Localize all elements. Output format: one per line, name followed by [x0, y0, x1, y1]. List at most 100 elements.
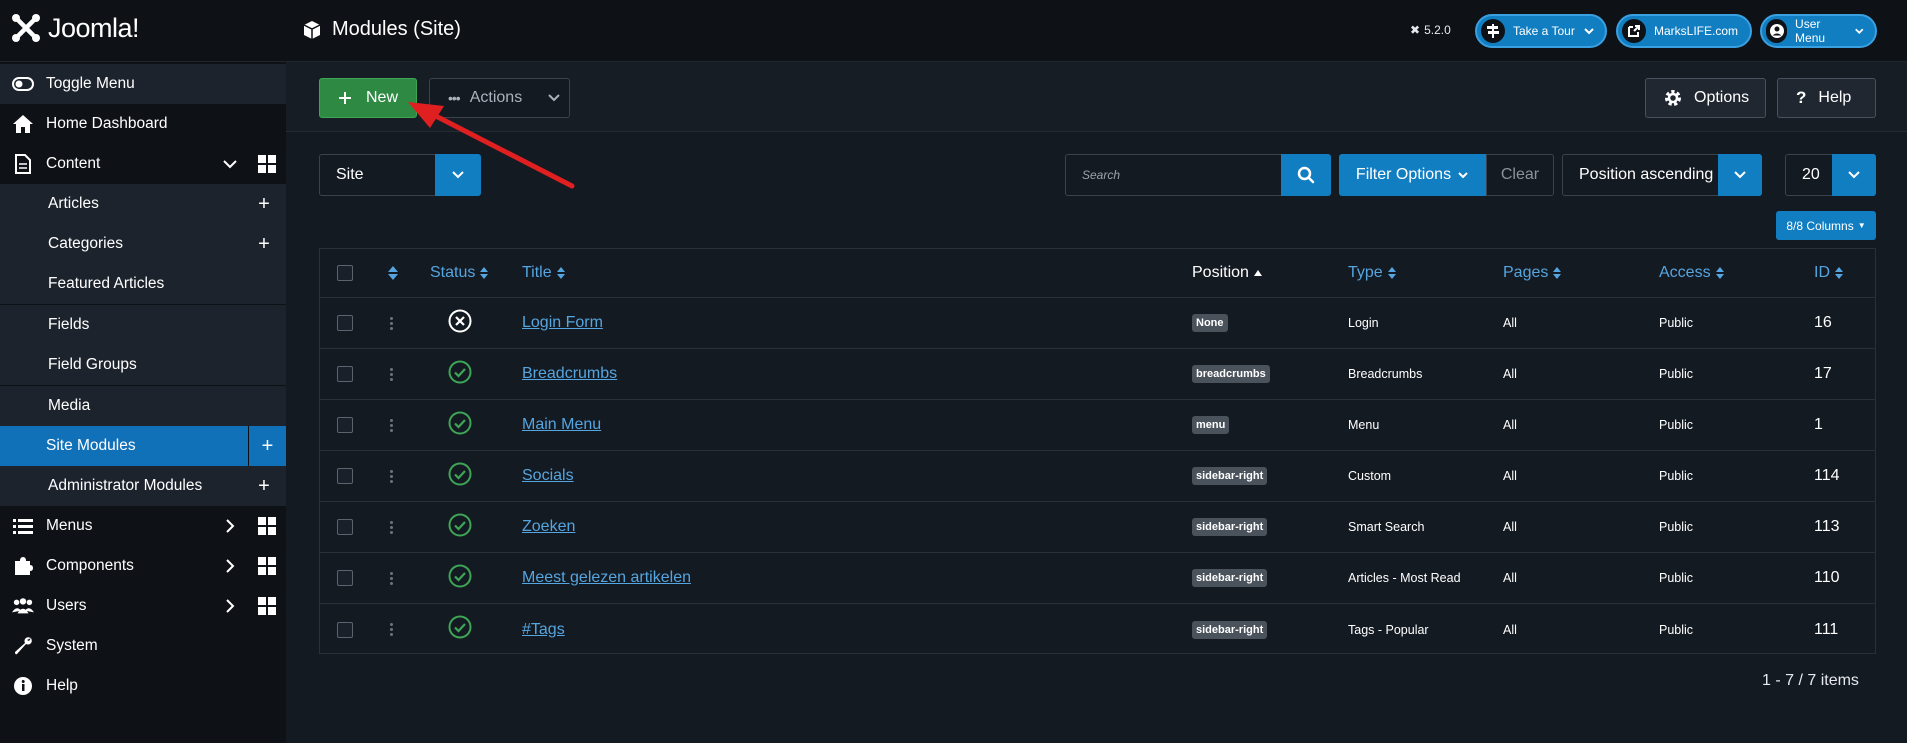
check-circle-icon[interactable]	[448, 462, 472, 491]
module-title-link[interactable]: Zoeken	[522, 518, 575, 536]
module-title-link[interactable]: Breadcrumbs	[522, 365, 617, 383]
drag-handle-icon[interactable]	[390, 316, 393, 330]
header-status[interactable]: Status	[430, 249, 489, 297]
module-title-link[interactable]: Main Menu	[522, 416, 601, 434]
header-position[interactable]: Position	[1192, 249, 1263, 297]
row-checkbox[interactable]	[337, 519, 353, 535]
header-pages-label: Pages	[1503, 264, 1549, 281]
dashboard-grid-icon[interactable]	[258, 155, 276, 173]
external-link-icon	[1622, 19, 1646, 43]
module-title-link[interactable]: Socials	[522, 467, 574, 485]
drag-handle-icon[interactable]	[390, 623, 393, 636]
sidebar-item-administrator-modules[interactable]: Administrator Modules +	[0, 466, 286, 506]
page-title: Modules (Site)	[302, 18, 461, 41]
user-menu-label: User Menu	[1795, 17, 1826, 45]
columns-button[interactable]: 8/8 Columns ▼	[1776, 211, 1876, 240]
sidebar-item-field-groups[interactable]: Field Groups	[0, 345, 286, 385]
dashboard-grid-icon[interactable]	[258, 597, 276, 615]
search-input[interactable]: Search	[1065, 154, 1281, 196]
drag-handle-icon[interactable]	[390, 571, 393, 585]
sidebar-item-categories[interactable]: Categories +	[0, 224, 286, 264]
site-link-button[interactable]: MarksLIFE.com	[1616, 14, 1752, 48]
joomla-logo[interactable]: Joomla!	[10, 12, 140, 44]
sidebar-item-media[interactable]: Media	[0, 386, 286, 426]
drag-handle-icon[interactable]	[390, 469, 393, 483]
plus-icon[interactable]: +	[254, 475, 274, 497]
x-circle-icon[interactable]	[448, 309, 472, 338]
plus-icon[interactable]: +	[254, 233, 274, 255]
check-circle-icon[interactable]	[448, 411, 472, 440]
search-button[interactable]	[1281, 154, 1331, 196]
question-icon: ?	[1796, 88, 1807, 107]
sidebar-item-system[interactable]: System	[0, 626, 286, 666]
sidebar-item-site-modules[interactable]: Site Modules +	[0, 426, 286, 466]
sort-ordering-icon[interactable]	[387, 249, 399, 297]
chevron-right-icon[interactable]	[222, 598, 238, 614]
position-badge: sidebar-right	[1192, 569, 1268, 587]
module-access: Public	[1659, 571, 1694, 585]
sidebar-item-content[interactable]: Content	[0, 144, 286, 184]
options-button[interactable]: Options	[1645, 78, 1766, 118]
modules-table: Status Title Position Type Pages Access …	[319, 248, 1876, 654]
row-checkbox[interactable]	[337, 621, 353, 638]
table-row: Breadcrumbs breadcrumbs Breadcrumbs All Publ…	[320, 349, 1875, 400]
check-circle-icon[interactable]	[448, 615, 472, 644]
plus-icon[interactable]: +	[248, 426, 286, 466]
sidebar-item-home-dashboard[interactable]: Home Dashboard	[0, 104, 286, 144]
users-icon	[12, 595, 34, 617]
module-access: Public	[1659, 469, 1694, 483]
sidebar-item-articles[interactable]: Articles +	[0, 184, 286, 224]
help-button[interactable]: ? Help	[1777, 78, 1876, 118]
sort-icon	[480, 267, 489, 279]
row-checkbox[interactable]	[337, 315, 353, 331]
module-title-link[interactable]: Meest gelezen artikelen	[522, 569, 691, 587]
check-circle-icon[interactable]	[448, 513, 472, 542]
header-type[interactable]: Type	[1348, 249, 1397, 297]
chevron-right-icon[interactable]	[222, 558, 238, 574]
drag-handle-icon[interactable]	[390, 520, 393, 534]
chevron-right-icon[interactable]	[222, 518, 238, 534]
drag-handle-icon[interactable]	[390, 418, 393, 432]
check-circle-icon[interactable]	[448, 360, 472, 389]
module-title-link[interactable]: Login Form	[522, 314, 603, 332]
clear-button[interactable]: Clear	[1486, 154, 1554, 196]
sidebar-item-label: Components	[46, 557, 134, 574]
filter-options-button[interactable]: Filter Options	[1339, 154, 1486, 196]
header-id[interactable]: ID	[1814, 249, 1844, 297]
sidebar-item-featured-articles[interactable]: Featured Articles	[0, 264, 286, 304]
sidebar-item-label: Featured Articles	[48, 275, 165, 292]
module-title-link[interactable]: #Tags	[522, 621, 565, 639]
drag-handle-icon[interactable]	[390, 367, 393, 381]
sidebar-item-menus[interactable]: Menus	[0, 506, 286, 546]
joomla-logo-icon	[12, 14, 40, 42]
take-tour-label: Take a Tour	[1513, 24, 1575, 38]
header-access[interactable]: Access	[1659, 249, 1725, 297]
header-title[interactable]: Title	[522, 249, 566, 297]
take-tour-button[interactable]: Take a Tour	[1475, 14, 1607, 48]
table-row: Meest gelezen artikelen sidebar-right Arti…	[320, 553, 1875, 604]
select-all-checkbox[interactable]	[337, 265, 353, 281]
position-badge: sidebar-right	[1192, 467, 1268, 485]
limit-select[interactable]: 20	[1785, 154, 1876, 196]
row-checkbox[interactable]	[337, 570, 353, 586]
plus-icon[interactable]: +	[254, 193, 274, 215]
plus-icon	[339, 92, 351, 104]
sidebar-item-components[interactable]: Components	[0, 546, 286, 586]
sidebar-item-users[interactable]: Users	[0, 586, 286, 626]
row-checkbox[interactable]	[337, 468, 353, 484]
sidebar-item-toggle-menu[interactable]: Toggle Menu	[0, 64, 286, 104]
row-checkbox[interactable]	[337, 366, 353, 382]
client-select[interactable]: Site	[319, 154, 481, 196]
header-pages[interactable]: Pages	[1503, 249, 1562, 297]
sidebar-item-fields[interactable]: Fields	[0, 305, 286, 345]
module-type: Custom	[1348, 469, 1392, 483]
row-checkbox[interactable]	[337, 417, 353, 433]
user-menu-button[interactable]: User Menu	[1760, 14, 1877, 48]
check-circle-icon[interactable]	[448, 564, 472, 593]
ordering-select[interactable]: Position ascending	[1562, 154, 1762, 196]
sidebar-item-help[interactable]: Help	[0, 666, 286, 706]
dashboard-grid-icon[interactable]	[258, 557, 276, 575]
chevron-down-icon[interactable]	[222, 156, 238, 172]
dashboard-grid-icon[interactable]	[258, 517, 276, 535]
sort-icon	[1835, 267, 1843, 279]
